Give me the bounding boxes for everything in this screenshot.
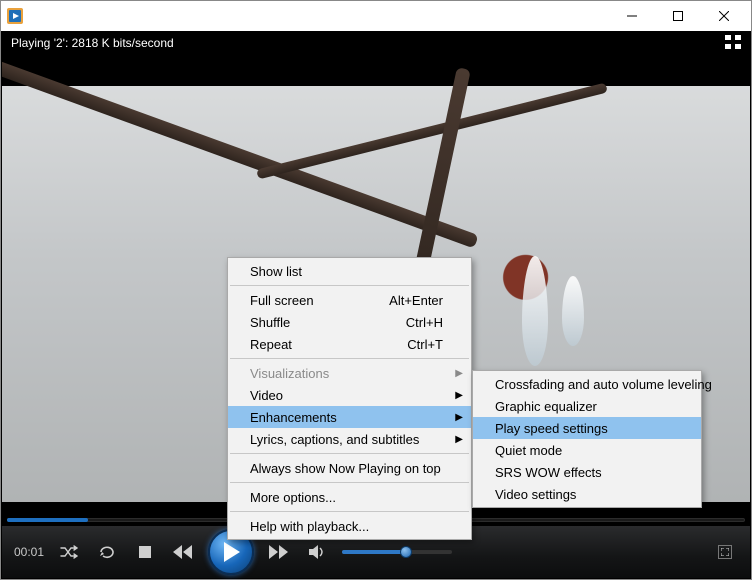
maximize-button[interactable] bbox=[655, 1, 701, 31]
submenu-caret-icon: ▶ bbox=[455, 368, 463, 379]
app-icon bbox=[7, 8, 23, 24]
submenu-caret-icon: ▶ bbox=[455, 434, 463, 445]
volume-thumb[interactable] bbox=[400, 546, 412, 558]
view-library-icon[interactable] bbox=[725, 35, 741, 52]
title-bar bbox=[1, 1, 751, 31]
menu-item-label: Visualizations bbox=[250, 366, 329, 381]
status-bar: Playing '2': 2818 K bits/second bbox=[1, 31, 751, 55]
menu-item[interactable]: Shuffle Ctrl+H bbox=[228, 311, 471, 333]
menu-item-shortcut: Ctrl+H bbox=[406, 315, 443, 330]
menu-item-label: Video bbox=[250, 388, 283, 403]
next-button[interactable] bbox=[266, 539, 292, 565]
menu-separator bbox=[230, 511, 469, 512]
context-menu[interactable]: Show list Full screen Alt+Enter Shuffle Ctrl… bbox=[227, 257, 472, 540]
menu-item[interactable]: Lyrics, captions, and subtitles ▶ bbox=[228, 428, 471, 450]
submenu-item[interactable]: Video settings bbox=[473, 483, 701, 505]
submenu-item-label: Play speed settings bbox=[495, 421, 608, 436]
menu-item-label: Full screen bbox=[250, 293, 314, 308]
menu-separator bbox=[230, 453, 469, 454]
menu-item[interactable]: Video ▶ bbox=[228, 384, 471, 406]
seek-fill bbox=[7, 518, 88, 522]
volume-fill bbox=[342, 550, 406, 554]
menu-item-label: More options... bbox=[250, 490, 336, 505]
menu-item-shortcut: Ctrl+T bbox=[407, 337, 443, 352]
menu-item[interactable]: Always show Now Playing on top bbox=[228, 457, 471, 479]
mute-button[interactable] bbox=[304, 539, 330, 565]
menu-item[interactable]: Full screen Alt+Enter bbox=[228, 289, 471, 311]
menu-separator bbox=[230, 285, 469, 286]
stop-button[interactable] bbox=[132, 539, 158, 565]
menu-item-shortcut: Alt+Enter bbox=[389, 293, 443, 308]
menu-item-label: Always show Now Playing on top bbox=[250, 461, 441, 476]
submenu-item-label: Crossfading and auto volume leveling bbox=[495, 377, 712, 392]
window-controls bbox=[609, 1, 747, 31]
menu-item[interactable]: Enhancements ▶ bbox=[228, 406, 471, 428]
repeat-button[interactable] bbox=[94, 539, 120, 565]
menu-item-label: Enhancements bbox=[250, 410, 337, 425]
menu-item[interactable]: More options... bbox=[228, 486, 471, 508]
menu-item[interactable]: Show list bbox=[228, 260, 471, 282]
submenu-item[interactable]: Graphic equalizer bbox=[473, 395, 701, 417]
menu-item[interactable]: Repeat Ctrl+T bbox=[228, 333, 471, 355]
submenu-item-label: SRS WOW effects bbox=[495, 465, 602, 480]
enhancements-submenu[interactable]: Crossfading and auto volume leveling Grap… bbox=[472, 370, 702, 508]
submenu-item-label: Video settings bbox=[495, 487, 576, 502]
submenu-item-label: Graphic equalizer bbox=[495, 399, 597, 414]
minimize-button[interactable] bbox=[609, 1, 655, 31]
submenu-item[interactable]: Play speed settings bbox=[473, 417, 701, 439]
submenu-caret-icon: ▶ bbox=[455, 390, 463, 401]
shuffle-button[interactable] bbox=[56, 539, 82, 565]
fullscreen-button[interactable] bbox=[712, 539, 738, 565]
elapsed-time: 00:01 bbox=[14, 545, 44, 559]
menu-item-label: Help with playback... bbox=[250, 519, 369, 534]
previous-button[interactable] bbox=[170, 539, 196, 565]
menu-separator bbox=[230, 358, 469, 359]
menu-item-label: Shuffle bbox=[250, 315, 290, 330]
menu-item[interactable]: Help with playback... bbox=[228, 515, 471, 537]
menu-item: Visualizations ▶ bbox=[228, 362, 471, 384]
menu-item-label: Show list bbox=[250, 264, 302, 279]
title-bar-left bbox=[7, 8, 29, 24]
submenu-item-label: Quiet mode bbox=[495, 443, 562, 458]
menu-item-label: Lyrics, captions, and subtitles bbox=[250, 432, 419, 447]
status-text: Playing '2': 2818 K bits/second bbox=[11, 36, 174, 50]
submenu-item[interactable]: Quiet mode bbox=[473, 439, 701, 461]
submenu-item[interactable]: SRS WOW effects bbox=[473, 461, 701, 483]
menu-item-label: Repeat bbox=[250, 337, 292, 352]
submenu-caret-icon: ▶ bbox=[455, 412, 463, 423]
menu-separator bbox=[230, 482, 469, 483]
volume-slider[interactable] bbox=[342, 550, 452, 554]
submenu-item[interactable]: Crossfading and auto volume leveling bbox=[473, 373, 701, 395]
app-window: Playing '2': 2818 K bits/second 00:01 bbox=[0, 0, 752, 580]
close-button[interactable] bbox=[701, 1, 747, 31]
